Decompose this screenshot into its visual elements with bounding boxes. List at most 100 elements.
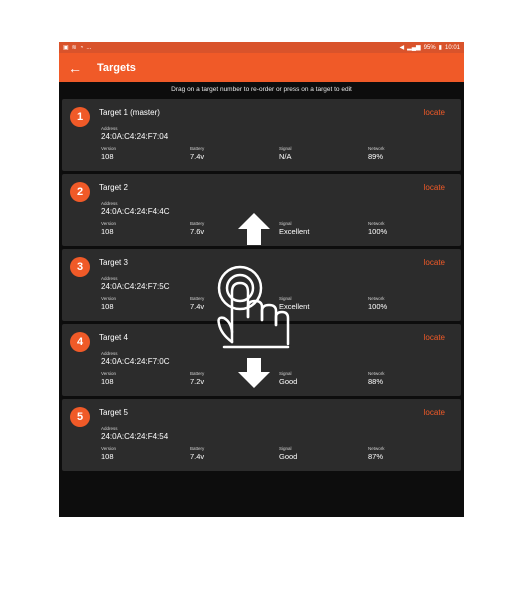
address-value: 24:0A:C4:24:F7:5C xyxy=(101,282,170,291)
version-label: Version xyxy=(101,446,117,451)
locate-button[interactable]: locate xyxy=(424,183,445,192)
target-number-handle[interactable]: 2 xyxy=(70,182,90,202)
address-value: 24:0A:C4:24:F4:4C xyxy=(101,207,170,216)
battery-label: Battery xyxy=(190,221,205,226)
battery-value: 7.6v xyxy=(190,227,205,236)
target-card[interactable]: 5 Target 5 locate Address 24:0A:C4:24:F4… xyxy=(62,399,461,471)
version-stat: Version 108 xyxy=(101,296,116,311)
battery-value: 7.4v xyxy=(190,452,205,461)
version-value: 108 xyxy=(101,377,114,386)
network-stat: Network 100% xyxy=(368,296,387,311)
signal-value: N/A xyxy=(279,152,292,161)
signal-label: Signal xyxy=(279,221,292,226)
battery-percent: 95% xyxy=(423,44,436,51)
target-name: Target 4 xyxy=(99,333,128,342)
network-stat: Network 88% xyxy=(368,371,385,386)
version-label: Version xyxy=(101,221,117,226)
reorder-hint: Drag on a target number to re-order or p… xyxy=(59,82,464,97)
locate-button[interactable]: locate xyxy=(424,408,445,417)
network-value: 87% xyxy=(368,452,384,461)
cell-signal-icon: ▂▄▆ xyxy=(407,45,421,51)
address-value: 24:0A:C4:24:F7:0C xyxy=(101,357,170,366)
signal-stat: Signal Excellent xyxy=(279,296,309,311)
battery-stat: Battery 7.4v xyxy=(190,446,204,461)
signal-stat: Signal Good xyxy=(279,371,297,386)
address-label: Address xyxy=(101,126,118,131)
signal-value: Good xyxy=(279,377,298,386)
address-label: Address xyxy=(101,201,118,206)
version-label: Version xyxy=(101,371,117,376)
locate-button[interactable]: locate xyxy=(424,108,445,117)
target-number-handle[interactable]: 4 xyxy=(70,332,90,352)
app-bar: ← Targets xyxy=(59,53,464,82)
version-stat: Version 108 xyxy=(101,446,116,461)
version-value: 108 xyxy=(101,302,114,311)
battery-stat: Battery 7.4v xyxy=(190,146,204,161)
target-card[interactable]: 4 Target 4 locate Address 24:0A:C4:24:F7… xyxy=(62,324,461,396)
network-stat: Network 100% xyxy=(368,221,387,236)
wifi-icon: ◔ xyxy=(79,44,84,51)
signal-stat: Signal Good xyxy=(279,446,297,461)
address-value: 24:0A:C4:24:F4:54 xyxy=(101,432,169,441)
target-name: Target 5 xyxy=(99,408,128,417)
signal-label: Signal xyxy=(279,296,292,301)
back-arrow-icon[interactable]: ← xyxy=(61,60,89,76)
status-bar: ▣ ≋ ◔ ... ◀ ▂▄▆ 95% ▮ 10:01 xyxy=(59,42,464,53)
battery-value: 7.4v xyxy=(190,152,205,161)
battery-value: 7.4v xyxy=(190,302,205,311)
signal-label: Signal xyxy=(279,146,292,151)
version-stat: Version 108 xyxy=(101,371,116,386)
clock: 10:01 xyxy=(444,44,460,51)
signal-value: Good xyxy=(279,452,298,461)
signal-icon: ≋ xyxy=(71,45,77,51)
target-name: Target 3 xyxy=(99,258,128,267)
network-value: 100% xyxy=(368,302,388,311)
battery-stat: Battery 7.4v xyxy=(190,296,204,311)
network-stat: Network 89% xyxy=(368,146,385,161)
version-stat: Version 108 xyxy=(101,221,116,236)
locate-button[interactable]: locate xyxy=(424,258,445,267)
battery-label: Battery xyxy=(190,371,205,376)
target-card[interactable]: 2 Target 2 locate Address 24:0A:C4:24:F4… xyxy=(62,174,461,246)
signal-value: Excellent xyxy=(279,227,310,236)
version-label: Version xyxy=(101,146,117,151)
network-label: Network xyxy=(368,146,385,151)
battery-stat: Battery 7.6v xyxy=(190,221,204,236)
target-number-handle[interactable]: 5 xyxy=(70,407,90,427)
battery-value: 7.2v xyxy=(190,377,205,386)
mute-icon: ◀ xyxy=(399,45,405,51)
address-label: Address xyxy=(101,276,118,281)
page-title: Targets xyxy=(97,61,136,74)
version-value: 108 xyxy=(101,452,114,461)
network-stat: Network 87% xyxy=(368,446,385,461)
signal-label: Signal xyxy=(279,371,292,376)
battery-label: Battery xyxy=(190,446,205,451)
address-label: Address xyxy=(101,426,118,431)
network-label: Network xyxy=(368,446,385,451)
phone-screen: ▣ ≋ ◔ ... ◀ ▂▄▆ 95% ▮ 10:01 ← Targets Dr… xyxy=(59,42,464,517)
status-overflow: ... xyxy=(86,44,92,51)
network-label: Network xyxy=(368,296,385,301)
battery-icon: ▮ xyxy=(438,45,442,51)
network-value: 88% xyxy=(368,377,384,386)
target-name: Target 1 (master) xyxy=(99,108,160,117)
battery-label: Battery xyxy=(190,296,205,301)
signal-label: Signal xyxy=(279,446,292,451)
signal-stat: Signal Excellent xyxy=(279,221,309,236)
network-label: Network xyxy=(368,371,385,376)
version-value: 108 xyxy=(101,227,114,236)
target-card[interactable]: 1 Target 1 (master) locate Address 24:0A… xyxy=(62,99,461,171)
network-value: 100% xyxy=(368,227,388,236)
locate-button[interactable]: locate xyxy=(424,333,445,342)
image-icon: ▣ xyxy=(63,45,69,51)
address-label: Address xyxy=(101,351,118,356)
version-value: 108 xyxy=(101,152,114,161)
target-card[interactable]: 3 Target 3 locate Address 24:0A:C4:24:F7… xyxy=(62,249,461,321)
target-number-handle[interactable]: 1 xyxy=(70,107,90,127)
signal-stat: Signal N/A xyxy=(279,146,292,161)
target-number-handle[interactable]: 3 xyxy=(70,257,90,277)
network-label: Network xyxy=(368,221,385,226)
network-value: 89% xyxy=(368,152,384,161)
address-value: 24:0A:C4:24:F7:04 xyxy=(101,132,169,141)
version-stat: Version 108 xyxy=(101,146,116,161)
